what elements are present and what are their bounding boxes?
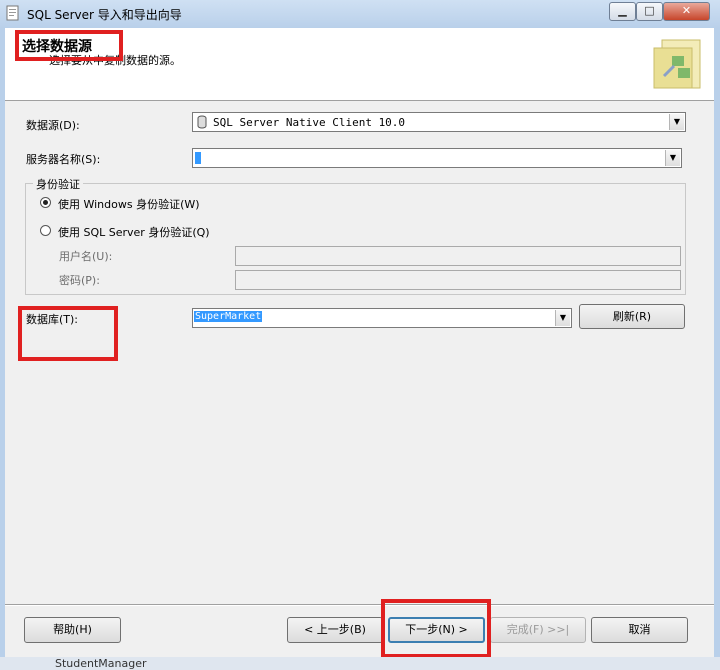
password-label: 密码(P): [59,274,100,287]
text-cursor-selection [195,152,201,164]
app-icon [6,5,19,21]
footer-divider [5,604,714,606]
server-name-label: 服务器名称(S): [26,153,101,166]
database-select[interactable]: SuperMarket ▼ [192,308,572,328]
refresh-button[interactable]: 刷新(R) [579,304,685,329]
datasource-value: SQL Server Native Client 10.0 [213,116,406,129]
window-title: SQL Server 导入和导出向导 [27,8,182,22]
close-icon: ✕ [681,4,692,17]
maximize-icon: □ [644,4,655,17]
wizard-header: 选择数据源 选择要从中复制数据的源。 [5,28,714,101]
auth-sql-label[interactable]: 使用 SQL Server 身份验证(Q) [58,224,210,240]
username-label: 用户名(U): [59,250,113,263]
next-button[interactable]: 下一步(N) > [388,617,485,643]
auth-sql-radio[interactable] [40,225,51,236]
wizard-graphic-icon [653,39,701,89]
database-label: 数据库(T): [26,313,79,326]
auth-windows-label[interactable]: 使用 Windows 身份验证(W) [58,196,200,212]
datasource-label: 数据源(D): [26,119,80,132]
maximize-button[interactable]: □ [636,2,663,21]
database-value: SuperMarket [194,311,263,322]
back-button[interactable]: < 上一步(B) [287,617,383,643]
page-subtitle: 选择要从中复制数据的源。 [49,54,181,67]
database-icon [197,115,207,129]
cancel-button[interactable]: 取消 [591,617,688,643]
username-input[interactable] [235,246,681,266]
window-frame-left [0,28,5,670]
close-button[interactable]: ✕ [663,2,710,21]
minimize-button[interactable]: ▁ [609,2,636,21]
window-titlebar[interactable]: SQL Server 导入和导出向导 ▁ □ ✕ [0,0,720,29]
authentication-group-title: 身份验证 [33,176,83,192]
taskbar-item[interactable]: StudentManager [55,657,147,670]
chevron-down-icon[interactable]: ▼ [669,114,684,130]
minimize-icon: ▁ [618,4,627,17]
server-name-combobox[interactable]: ▼ [192,148,682,168]
finish-button[interactable]: 完成(F) >>| [490,617,586,643]
help-button[interactable]: 帮助(H) [24,617,121,643]
chevron-down-icon[interactable]: ▼ [665,150,680,166]
password-input[interactable] [235,270,681,290]
auth-windows-radio[interactable] [40,197,51,208]
datasource-select[interactable]: SQL Server Native Client 10.0 ▼ [192,112,686,132]
chevron-down-icon[interactable]: ▼ [555,310,570,326]
window-frame-right [714,28,720,670]
